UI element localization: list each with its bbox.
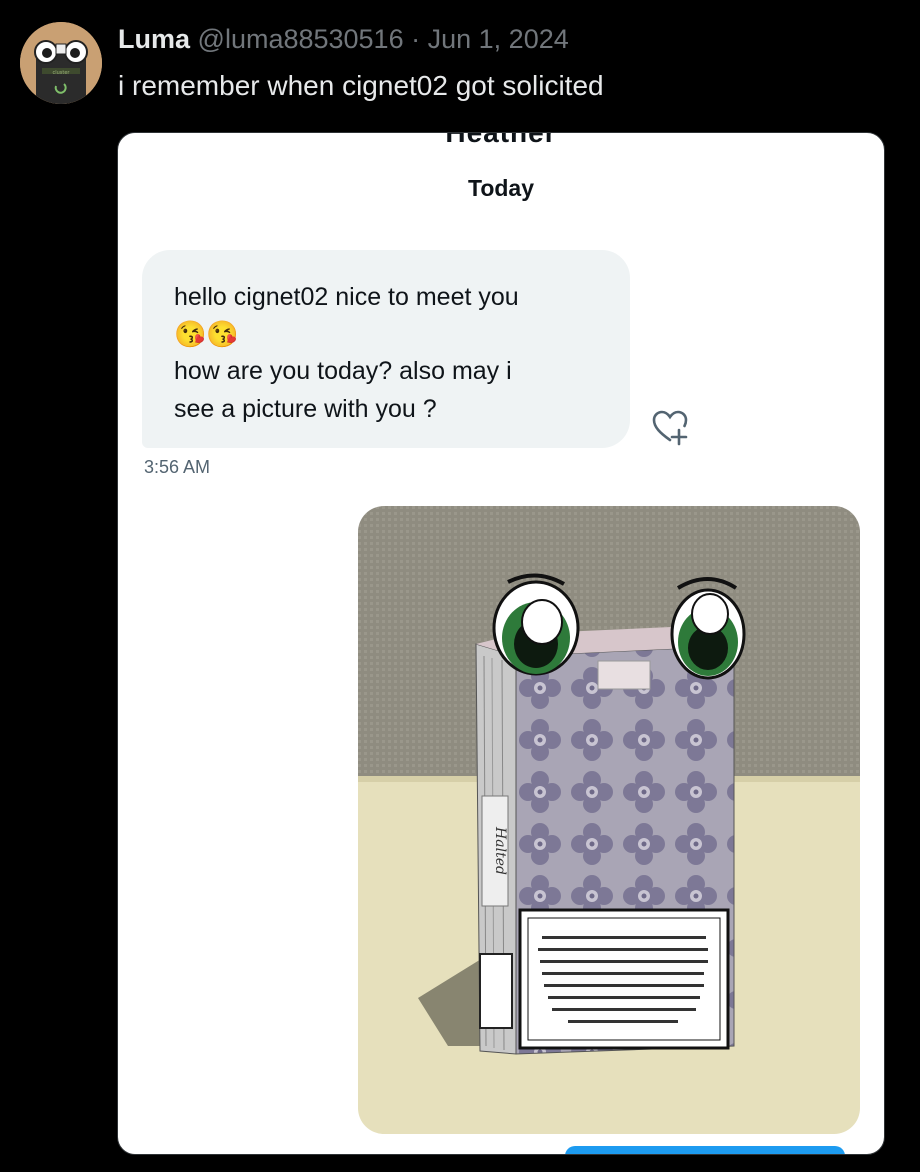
cigarette-pack-face-avatar-icon: cluster — [20, 22, 102, 104]
tweet-text: i remember when cignet02 got solicited — [118, 70, 604, 101]
heart-plus-icon[interactable] — [650, 407, 690, 447]
tweet-media-card[interactable]: Heather Today hello cignet02 nice to mee… — [117, 132, 885, 1155]
header-separator: · — [411, 24, 421, 54]
author-name[interactable]: Luma — [118, 24, 190, 54]
message-emoji: 😘😘 — [174, 319, 239, 349]
chat-title-cut-off: Heather — [445, 132, 557, 148]
message-timestamp: 3:56 AM — [144, 457, 211, 477]
author-handle[interactable]: @luma88530516 — [198, 24, 404, 54]
tweet-date[interactable]: Jun 1, 2024 — [428, 24, 569, 54]
chat-day-label: Today — [467, 175, 535, 201]
message-line: hello cignet02 nice to meet you — [174, 283, 519, 311]
author-avatar[interactable]: cluster — [20, 22, 102, 104]
tweet-header: Luma @luma88530516 · Jun 1, 2024 — [118, 24, 569, 55]
svg-text:cluster: cluster — [52, 70, 70, 76]
message-line: how are you today? also may i — [174, 357, 512, 385]
cigarette-pack-with-googly-eyes-photo[interactable]: Halted — [358, 506, 860, 1134]
message-line: see a picture with you ? — [174, 395, 437, 423]
cigarette-pack-photo-icon: Halted — [358, 506, 860, 1134]
blue-button-edge — [565, 1146, 845, 1154]
tweet-page: cluster Luma @luma88530516 · Jun 1, 2024… — [0, 0, 920, 1172]
svg-text:Halted: Halted — [492, 826, 508, 875]
received-message-bubble[interactable]: hello cignet02 nice to meet you 😘😘 how a… — [142, 250, 630, 448]
